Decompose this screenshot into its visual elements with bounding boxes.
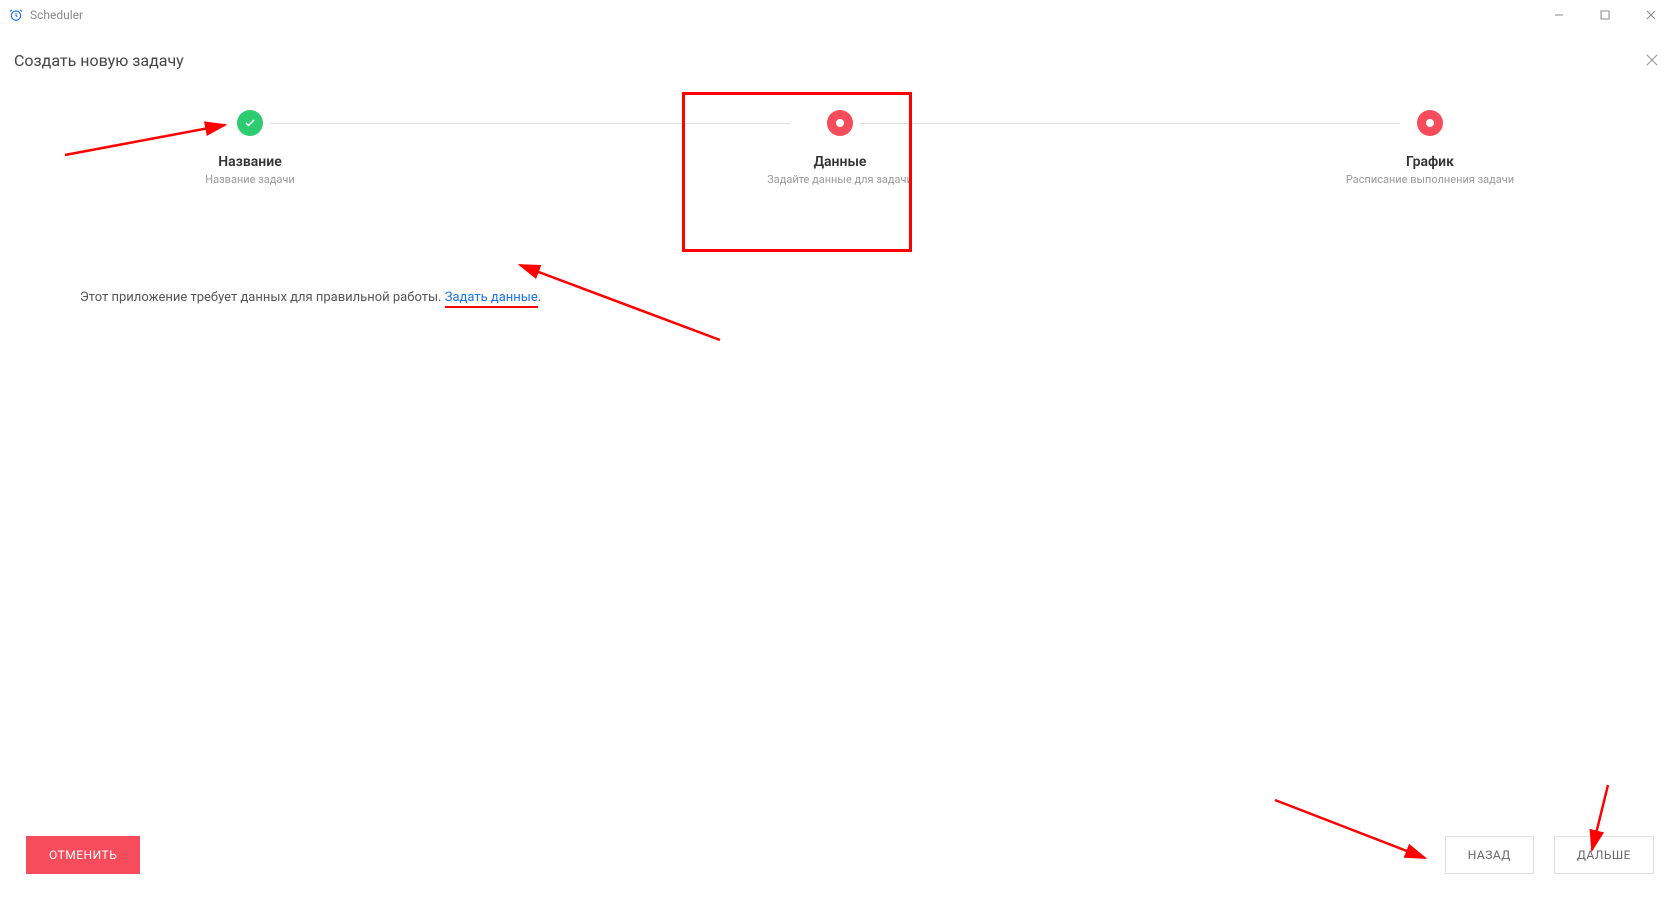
set-data-link[interactable]: Задать данные xyxy=(445,290,538,308)
window-titlebar: Scheduler xyxy=(0,0,1680,30)
data-required-message: Этот приложение требует данных для прави… xyxy=(0,290,1680,305)
wizard-stepper: Название Название задачи Данные Задайте … xyxy=(0,110,1680,186)
step-data[interactable]: Данные Задайте данные для задачи xyxy=(710,110,970,186)
app-clock-icon xyxy=(8,7,24,23)
step-current-icon xyxy=(827,110,853,136)
step-subtitle: Название задачи xyxy=(205,173,294,186)
step-title: Название xyxy=(218,154,282,170)
next-button[interactable]: ДАЛЬШЕ xyxy=(1554,836,1654,874)
back-button[interactable]: НАЗАД xyxy=(1445,836,1534,874)
close-window-icon[interactable] xyxy=(1630,1,1672,29)
step-subtitle: Расписание выполнения задачи xyxy=(1346,173,1514,186)
message-suffix: . xyxy=(538,290,541,305)
app-name: Scheduler xyxy=(30,8,1538,22)
check-icon xyxy=(237,110,263,136)
step-schedule[interactable]: График Расписание выполнения задачи xyxy=(1300,110,1560,186)
cancel-button[interactable]: ОТМЕНИТЬ xyxy=(26,836,140,874)
step-pending-icon xyxy=(1417,110,1443,136)
page-header: Создать новую задачу xyxy=(0,30,1680,90)
close-dialog-icon[interactable] xyxy=(1638,46,1666,74)
wizard-footer: ОТМЕНИТЬ НАЗАД ДАЛЬШЕ xyxy=(0,820,1680,900)
step-title: График xyxy=(1406,154,1454,170)
minimize-icon[interactable] xyxy=(1538,1,1580,29)
step-subtitle: Задайте данные для задачи xyxy=(767,173,913,186)
maximize-icon[interactable] xyxy=(1584,1,1626,29)
page-title: Создать новую задачу xyxy=(14,51,1638,70)
step-name[interactable]: Название Название задачи xyxy=(120,110,380,186)
message-text: Этот приложение требует данных для прави… xyxy=(80,290,445,305)
step-title: Данные xyxy=(814,154,867,170)
